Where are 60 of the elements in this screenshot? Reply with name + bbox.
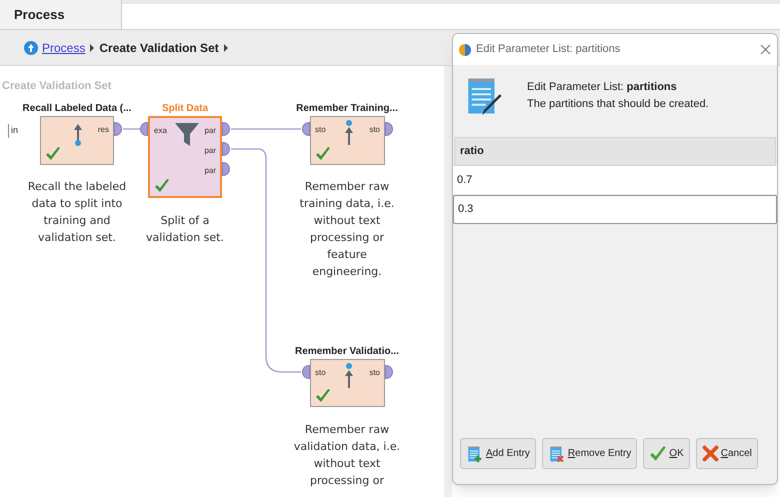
- add-entry-icon: [466, 444, 484, 462]
- checkmark-icon: [649, 446, 668, 462]
- node-title: Split Data: [162, 102, 208, 116]
- port[interactable]: [302, 122, 310, 136]
- port-label: sto: [315, 368, 326, 378]
- operator-node[interactable]: sto sto: [310, 359, 385, 407]
- port-label: par: [204, 166, 216, 176]
- arrow-up-icon: [73, 123, 83, 147]
- port-label: exa: [154, 126, 167, 136]
- dialog-button[interactable]: Cancel: [696, 438, 758, 469]
- dialog-button[interactable]: Remove Entry: [542, 438, 638, 469]
- node-description: Remember raw training data, i.e. without text processing or feature engineering.: [298, 179, 396, 280]
- remove-entry-icon: [548, 444, 566, 462]
- arrow-up-icon: [344, 363, 354, 389]
- port-label: sto: [369, 368, 380, 378]
- node-title: Recall Labeled Data (...: [22, 102, 132, 116]
- port-label: in: [8, 124, 18, 138]
- operator-node[interactable]: res: [40, 116, 114, 165]
- port[interactable]: [222, 162, 230, 176]
- port-label: par: [204, 146, 216, 156]
- chevron-right-icon: [89, 44, 96, 52]
- port-label: res: [98, 125, 109, 135]
- dialog-button[interactable]: OK: [643, 438, 690, 469]
- connector-line: [231, 128, 301, 130]
- node-title: Remember Training...: [296, 102, 398, 116]
- port-label: par: [204, 126, 216, 136]
- port-label: sto: [369, 125, 380, 135]
- tab[interactable]: Process: [0, 0, 122, 29]
- port[interactable]: [222, 122, 230, 136]
- close-icon: [702, 445, 719, 462]
- funnel-icon: [174, 122, 200, 148]
- scrollbar[interactable]: [444, 66, 452, 497]
- node-title: Remember Validatio...: [295, 345, 399, 359]
- app-icon: [459, 44, 471, 56]
- close-icon[interactable]: [760, 44, 771, 55]
- node-description: Recall the labeled data to split into training and validation set.: [26, 179, 128, 246]
- dialog-button[interactable]: Add Entry: [460, 438, 536, 469]
- breadcrumb-link[interactable]: Process: [42, 38, 86, 56]
- operator-node[interactable]: exa par par par: [148, 116, 222, 198]
- port-label: sto: [315, 125, 326, 135]
- node-description: Remember raw validation data, i.e. without text processing or: [292, 422, 402, 489]
- chevron-right-icon: [222, 44, 229, 52]
- table-cell[interactable]: 0.3: [453, 195, 777, 224]
- header-description: The partitions that should be created.: [527, 96, 709, 112]
- header-title: Edit Parameter List: partitions: [527, 80, 678, 95]
- port[interactable]: [302, 365, 310, 379]
- operator-node[interactable]: sto sto: [310, 116, 385, 165]
- connector-line: [123, 128, 140, 130]
- dialog-title: Edit Parameter List: partitions: [476, 42, 622, 58]
- breadcrumb-item: Create Validation Set: [99, 40, 219, 56]
- port[interactable]: [385, 122, 393, 136]
- column-header[interactable]: ratio: [454, 137, 776, 166]
- node-description: Split of a validation set.: [145, 213, 225, 246]
- canvas-title: Create Validation Set: [2, 79, 112, 94]
- table-cell[interactable]: 0.7: [453, 166, 777, 195]
- port[interactable]: [140, 122, 148, 136]
- port[interactable]: [114, 122, 122, 136]
- arrow-up-icon: [344, 120, 354, 146]
- port[interactable]: [385, 365, 393, 379]
- port[interactable]: [222, 142, 230, 156]
